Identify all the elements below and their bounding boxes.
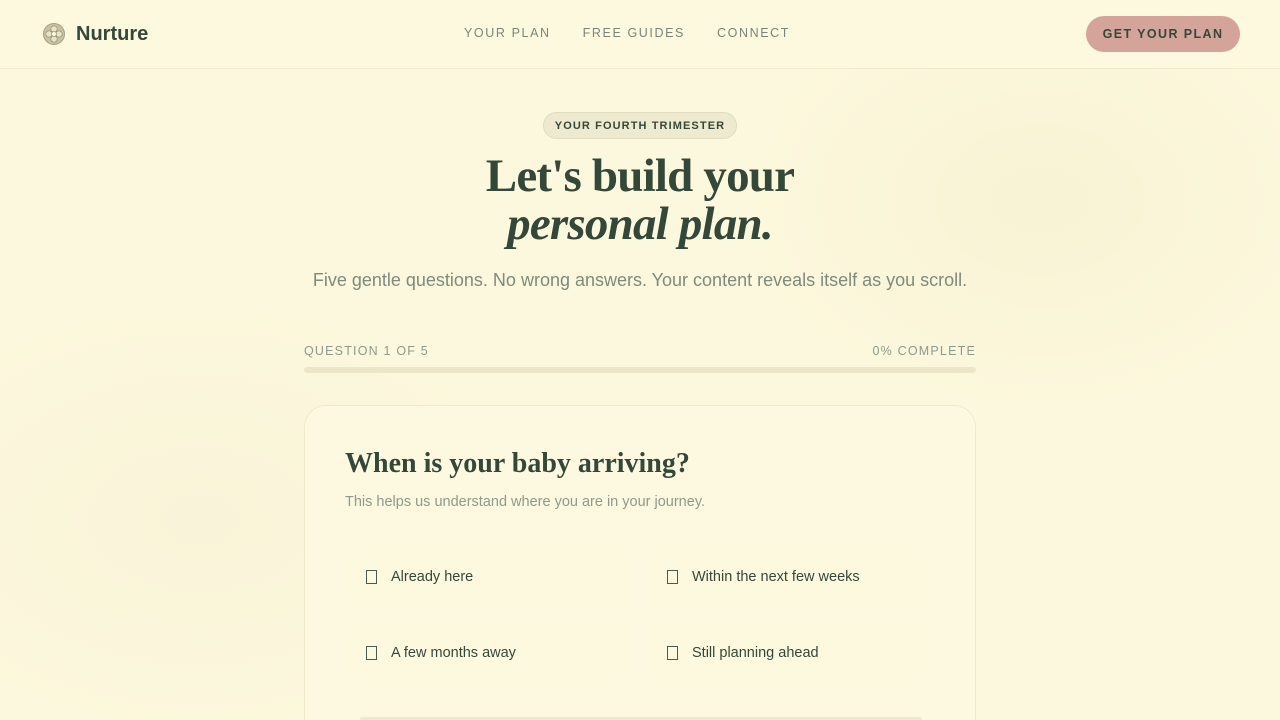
site-header: Nurture YOUR PLAN FREE GUIDES CONNECT GE… <box>0 0 1280 69</box>
option-checkbox[interactable] <box>366 570 377 584</box>
option-label: Within the next few weeks <box>692 569 860 585</box>
option-planning-ahead[interactable]: Still planning ahead <box>647 621 932 685</box>
question-card: When is your baby arriving? This helps u… <box>304 405 976 720</box>
completion-label: 0% COMPLETE <box>872 344 976 358</box>
brand-name: Nurture <box>76 22 149 45</box>
option-label: A few months away <box>391 645 516 661</box>
main-nav: YOUR PLAN FREE GUIDES CONNECT <box>464 26 822 40</box>
option-few-months-away[interactable]: A few months away <box>346 621 631 685</box>
flower-logo-icon <box>43 23 65 45</box>
page-subtitle: Five gentle questions. No wrong answers.… <box>312 270 968 290</box>
nav-connect[interactable]: CONNECT <box>717 26 790 40</box>
option-checkbox[interactable] <box>667 570 678 584</box>
option-already-here[interactable]: Already here <box>346 545 631 609</box>
nav-your-plan[interactable]: YOUR PLAN <box>464 26 551 40</box>
title-line-2: personal plan. <box>507 198 773 250</box>
option-checkbox[interactable] <box>667 646 678 660</box>
page-title: Let's build your personal plan. <box>0 152 1280 248</box>
get-your-plan-button[interactable]: GET YOUR PLAN <box>1086 16 1240 52</box>
title-line-1: Let's build your <box>485 150 795 202</box>
progress-meta: QUESTION 1 OF 5 0% COMPLETE <box>304 344 976 358</box>
brand-logo[interactable]: Nurture <box>42 22 148 46</box>
option-label: Already here <box>391 569 474 585</box>
question-title: When is your baby arriving? <box>345 448 690 479</box>
option-label: Still planning ahead <box>692 645 819 661</box>
nav-free-guides[interactable]: FREE GUIDES <box>583 26 685 40</box>
question-description: This helps us understand where you are i… <box>345 494 706 510</box>
question-counter: QUESTION 1 OF 5 <box>304 344 429 358</box>
eyebrow-badge: YOUR FOURTH TRIMESTER <box>543 112 737 139</box>
option-checkbox[interactable] <box>366 646 377 660</box>
option-next-few-weeks[interactable]: Within the next few weeks <box>647 545 932 609</box>
progress-bar <box>304 367 976 373</box>
